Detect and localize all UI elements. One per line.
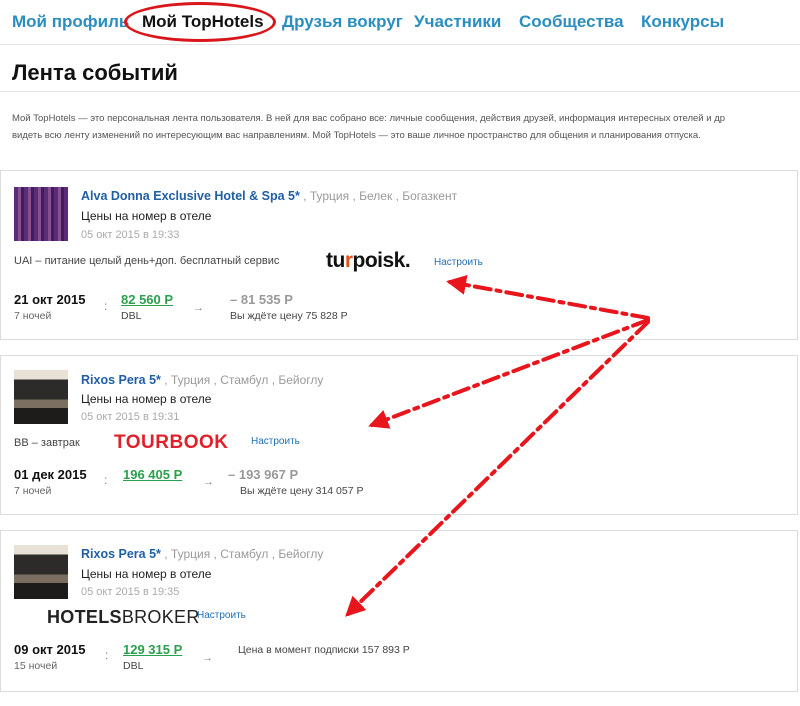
- nights-count: 7 ночей: [14, 485, 52, 497]
- nav-communities[interactable]: Сообщества: [519, 12, 624, 32]
- room-type: DBL: [123, 660, 144, 672]
- hotelsbroker-logo: HOTELSBROKER: [47, 607, 200, 628]
- nights-count: 7 ночей: [14, 310, 52, 322]
- departure-date: 01 дек 2015: [14, 467, 87, 482]
- intro-line-2: видеть всю ленту изменений по интересующ…: [12, 130, 701, 141]
- separator: :: [105, 648, 109, 662]
- logo-part: BROKER: [121, 607, 200, 627]
- tourbook-logo: TOURBOOK: [114, 432, 229, 453]
- page-title: Лента событий: [12, 60, 178, 85]
- hotel-name-link[interactable]: Rixos Pera 5*: [81, 373, 161, 387]
- hotel-thumbnail[interactable]: [14, 545, 68, 599]
- card-subtitle: Цены на номер в отеле: [81, 567, 212, 581]
- hotel-thumbnail[interactable]: [14, 187, 68, 241]
- hotel-location: , Турция , Стамбул , Бейоглу: [164, 373, 324, 387]
- logo-part: poisk.: [352, 249, 411, 272]
- departure-date: 09 окт 2015: [14, 642, 86, 657]
- logo-part: r: [344, 249, 353, 272]
- event-date: 05 окт 2015 в 19:33: [81, 229, 180, 241]
- meal-plan: UAI – питание целый день+доп. бесплатный…: [14, 255, 280, 267]
- hotel-location: , Турция , Белек , Богазкент: [303, 189, 458, 203]
- event-date: 05 окт 2015 в 19:35: [81, 586, 180, 598]
- nav-friends-around[interactable]: Друзья вокруг: [282, 12, 403, 32]
- nav-my-profile[interactable]: Мой профиль: [12, 12, 129, 32]
- room-type: DBL: [121, 310, 142, 322]
- hotel-heading: Rixos Pera 5* , Турция , Стамбул , Бейог…: [81, 547, 323, 561]
- card-subtitle: Цены на номер в отеле: [81, 392, 212, 406]
- nights-count: 15 ночей: [14, 660, 58, 672]
- hotel-heading: Alva Donna Exclusive Hotel & Spa 5* , Ту…: [81, 189, 457, 203]
- current-price-link[interactable]: 82 560 Р: [121, 292, 173, 307]
- arrow-right-icon: →: [193, 302, 204, 314]
- nav-members[interactable]: Участники: [414, 12, 501, 32]
- meal-plan: BB – завтрак: [14, 437, 80, 449]
- hotel-heading: Rixos Pera 5* , Турция , Стамбул , Бейог…: [81, 373, 323, 387]
- separator: :: [104, 473, 108, 487]
- watched-price: Вы ждёте цену 314 057 Р: [240, 485, 364, 497]
- hotel-location: , Турция , Стамбул , Бейоглу: [164, 547, 324, 561]
- divider: [0, 91, 800, 92]
- arrow-right-icon: →: [203, 476, 214, 488]
- logo-part: tu: [326, 249, 345, 272]
- logo-part: HOTELS: [47, 607, 122, 627]
- separator: :: [104, 299, 108, 313]
- hotel-name-link[interactable]: Alva Donna Exclusive Hotel & Spa 5*: [81, 189, 300, 203]
- turpoisk-logo: turpoisk.: [326, 249, 411, 273]
- watched-price: Вы ждёте цену 75 828 Р: [230, 310, 348, 322]
- configure-link[interactable]: Настроить: [197, 610, 246, 621]
- hotel-thumbnail[interactable]: [14, 370, 68, 424]
- previous-price: – 81 535 Р: [230, 292, 293, 307]
- card-subtitle: Цены на номер в отеле: [81, 209, 212, 223]
- top-nav: Мой профиль Мой TopHotels Друзья вокруг …: [0, 0, 800, 45]
- current-price-link[interactable]: 129 315 Р: [123, 642, 182, 657]
- annotation-circle: [124, 2, 276, 42]
- intro-line-1: Мой TopHotels — это персональная лента п…: [12, 113, 726, 124]
- hotel-name-link[interactable]: Rixos Pera 5*: [81, 547, 161, 561]
- event-date: 05 окт 2015 в 19:31: [81, 411, 180, 423]
- departure-date: 21 окт 2015: [14, 292, 86, 307]
- nav-contests[interactable]: Конкурсы: [641, 12, 724, 32]
- configure-link[interactable]: Настроить: [434, 257, 483, 268]
- previous-price: – 193 967 Р: [228, 467, 299, 482]
- intro-text: Мой TopHotels — это персональная лента п…: [12, 110, 800, 144]
- current-price-link[interactable]: 196 405 Р: [123, 467, 182, 482]
- configure-link[interactable]: Настроить: [251, 436, 300, 447]
- arrow-right-icon: →: [202, 652, 213, 664]
- subscription-price: Цена в момент подписки 157 893 Р: [238, 644, 410, 656]
